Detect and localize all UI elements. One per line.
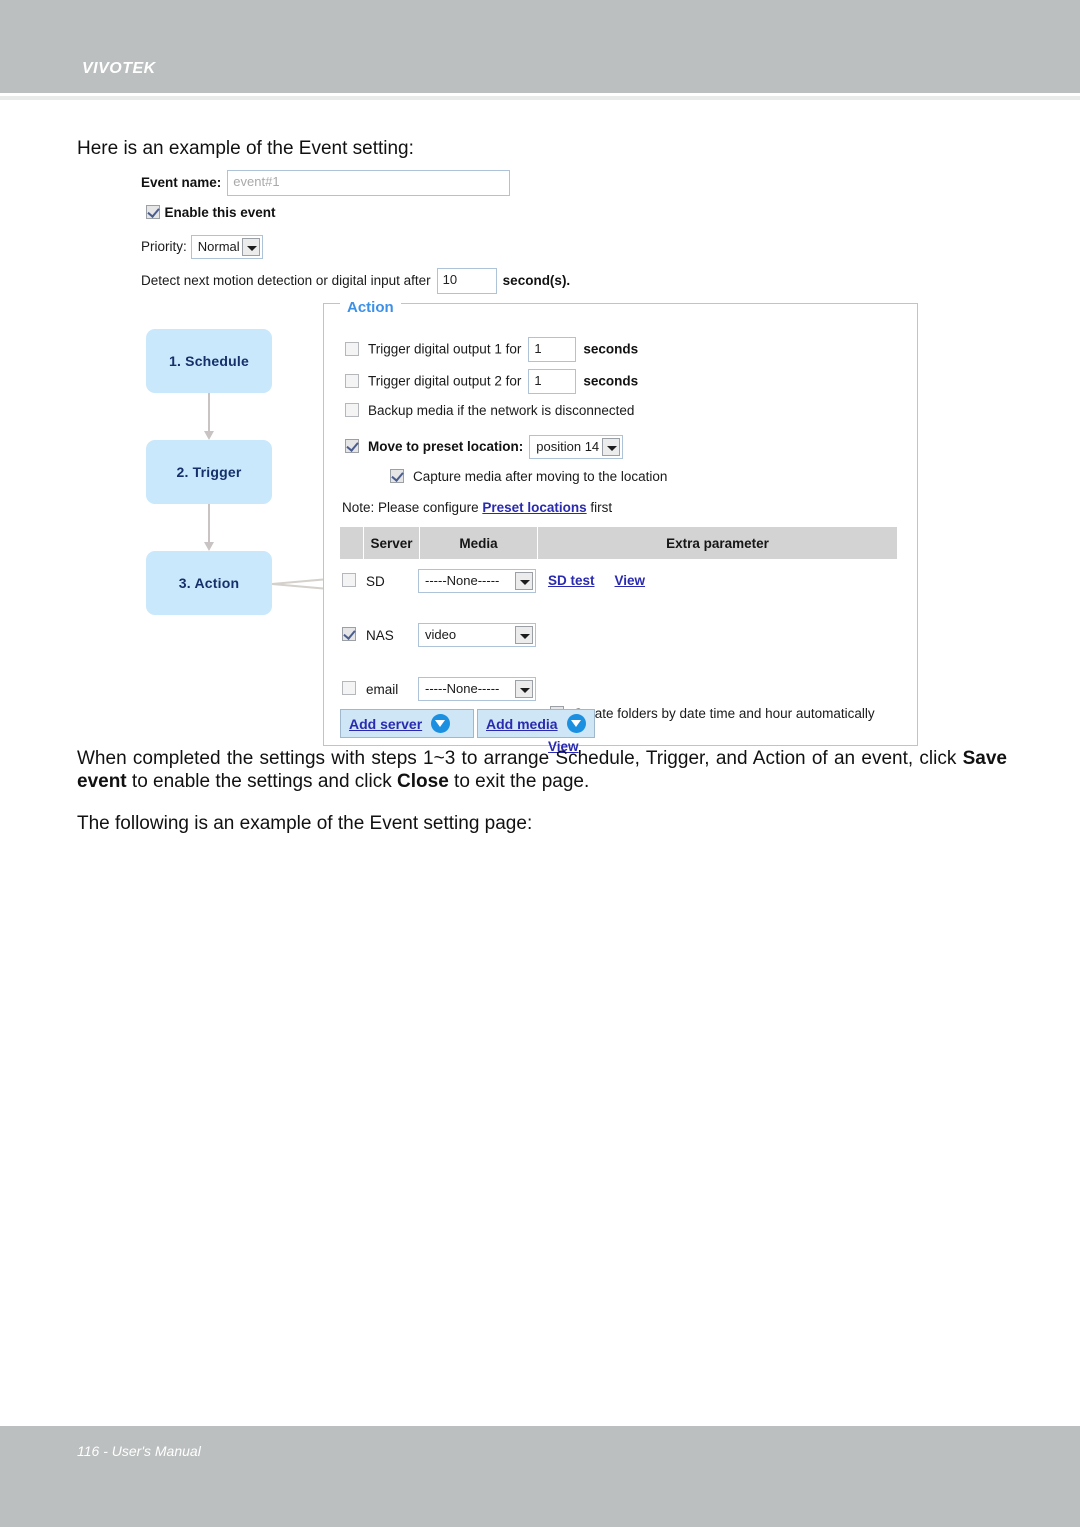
preset-note-prefix: Note: Please configure [342, 500, 483, 515]
detect-interval-label: Detect next motion detection or digital … [141, 273, 431, 289]
detect-interval-input[interactable]: 10 [436, 268, 497, 294]
email-row-checkbox[interactable] [342, 681, 356, 696]
table-row: SD -----None----- SD test View [340, 569, 665, 593]
sd-view-link[interactable]: View [615, 573, 646, 588]
enable-event-checkbox[interactable] [146, 205, 160, 219]
sd-row-checkbox[interactable] [342, 573, 356, 588]
detect-interval-row: Detect next motion detection or digital … [141, 268, 570, 294]
flow-step-trigger[interactable]: 2. Trigger [146, 440, 272, 504]
flow-step-action-label: 3. Action [178, 575, 240, 591]
table-header-row: Server Media Extra parameter [340, 527, 897, 559]
flow-step-action[interactable]: 3. Action [146, 551, 272, 615]
chevron-down-icon [515, 572, 533, 590]
enable-event-row: Enable this event [146, 204, 276, 222]
trigger-do1-label: Trigger digital output 1 for [368, 341, 522, 357]
flow-step-schedule[interactable]: 1. Schedule [146, 329, 272, 393]
nas-row-checkbox[interactable] [342, 627, 356, 642]
flow-step-trigger-label: 2. Trigger [176, 464, 242, 480]
action-panel-legend: Action [340, 299, 401, 316]
page-header-band [0, 0, 1080, 93]
event-name-label: Event name: [141, 175, 222, 191]
table-col-media: Media [420, 527, 538, 559]
capture-media-row: Capture media after moving to the locati… [390, 468, 667, 486]
chevron-down-icon [515, 680, 533, 698]
preset-locations-link[interactable]: Preset locations [482, 500, 586, 515]
table-col-server: Server [364, 527, 420, 559]
chevron-down-circle-icon [566, 714, 586, 733]
trigger-do2-seconds-input[interactable]: 1 [528, 369, 577, 394]
sd-row-media-select[interactable]: -----None----- [418, 569, 536, 593]
preset-location-checkbox[interactable] [345, 439, 359, 454]
preset-location-row: Move to preset location: position 14 [345, 435, 624, 459]
intro-text: Here is an example of the Event setting: [77, 138, 414, 159]
trigger-do1-unit: seconds [583, 341, 639, 357]
para1-seg1: When completed the settings with steps 1… [77, 748, 963, 769]
page-footer-band [0, 1426, 1080, 1527]
email-row-server-label: email [366, 681, 399, 697]
nas-create-folders-row: Create folders by date time and hour aut… [548, 705, 875, 723]
server-media-table: Server Media Extra parameter SD -----Non… [340, 527, 897, 754]
event-name-row: Event name: event#1 [141, 170, 511, 196]
add-media-button[interactable]: Add media [477, 709, 595, 738]
add-server-label: Add server [349, 715, 423, 732]
chevron-down-icon [241, 238, 260, 256]
nas-row-media-select[interactable]: video [418, 623, 536, 647]
trigger-do1-seconds-input[interactable]: 1 [528, 337, 577, 362]
nas-create-folders-label: Create folders by date time and hour aut… [573, 706, 875, 721]
priority-select[interactable]: Normal [190, 235, 263, 259]
add-server-button[interactable]: Add server [340, 709, 474, 738]
enable-event-label: Enable this event [164, 205, 276, 220]
detect-interval-unit: second(s). [502, 273, 571, 289]
backup-media-checkbox[interactable] [345, 403, 359, 417]
preset-location-label: Move to preset location: [368, 439, 524, 455]
instruction-paragraph: When completed the settings with steps 1… [77, 747, 1007, 793]
trigger-do2-label: Trigger digital output 2 for [368, 373, 522, 389]
priority-row: Priority: Normal [141, 235, 263, 259]
preset-location-select[interactable]: position 14 [529, 435, 624, 459]
trigger-do2-unit: seconds [583, 373, 639, 389]
header-divider [0, 96, 1080, 100]
sd-row-extra: SD test View [548, 572, 665, 590]
chevron-down-circle-icon [431, 714, 451, 733]
flow-step-schedule-label: 1. Schedule [168, 353, 249, 369]
chevron-down-icon [515, 626, 533, 644]
sd-test-link[interactable]: SD test [548, 573, 595, 588]
para1-close: Close [397, 771, 449, 792]
capture-media-label: Capture media after moving to the locati… [413, 469, 668, 484]
table-col-extra-parameter: Extra parameter [666, 535, 769, 551]
chevron-down-icon [602, 438, 621, 456]
flow-arrow-1-icon [204, 393, 214, 440]
trigger-do1-checkbox[interactable] [345, 341, 359, 356]
para1-seg3: to exit the page. [448, 771, 590, 792]
backup-media-row: Backup media if the network is disconnec… [345, 402, 634, 420]
email-row-media-select[interactable]: -----None----- [418, 677, 536, 701]
flow-arrow-2-icon [204, 504, 214, 551]
table-col-checkbox [340, 527, 364, 559]
footer-page-label: 116 - User's Manual [77, 1443, 201, 1459]
table-row: email -----None----- [340, 677, 536, 701]
brand-logo: VIVOTEK [82, 60, 156, 77]
priority-label: Priority: [141, 239, 187, 255]
capture-media-checkbox[interactable] [390, 469, 404, 483]
backup-media-label: Backup media if the network is disconnec… [368, 403, 635, 418]
trigger-do2-checkbox[interactable] [345, 373, 359, 388]
para1-seg2: to enable the settings and click [126, 771, 398, 792]
event-name-input[interactable]: event#1 [227, 170, 511, 196]
add-media-label: Add media [486, 715, 558, 732]
preset-note-suffix: first [586, 500, 613, 515]
table-row: NAS video Create folders by date time an… [340, 623, 875, 754]
preset-note: Note: Please configure Preset locations … [342, 499, 612, 517]
nas-row-server-label: NAS [366, 627, 394, 643]
trigger-do2-row: Trigger digital output 2 for 1 seconds [345, 369, 638, 394]
sd-row-server-label: SD [366, 573, 385, 589]
following-example-paragraph: The following is an example of the Event… [77, 813, 533, 834]
trigger-do1-row: Trigger digital output 1 for 1 seconds [345, 337, 638, 362]
